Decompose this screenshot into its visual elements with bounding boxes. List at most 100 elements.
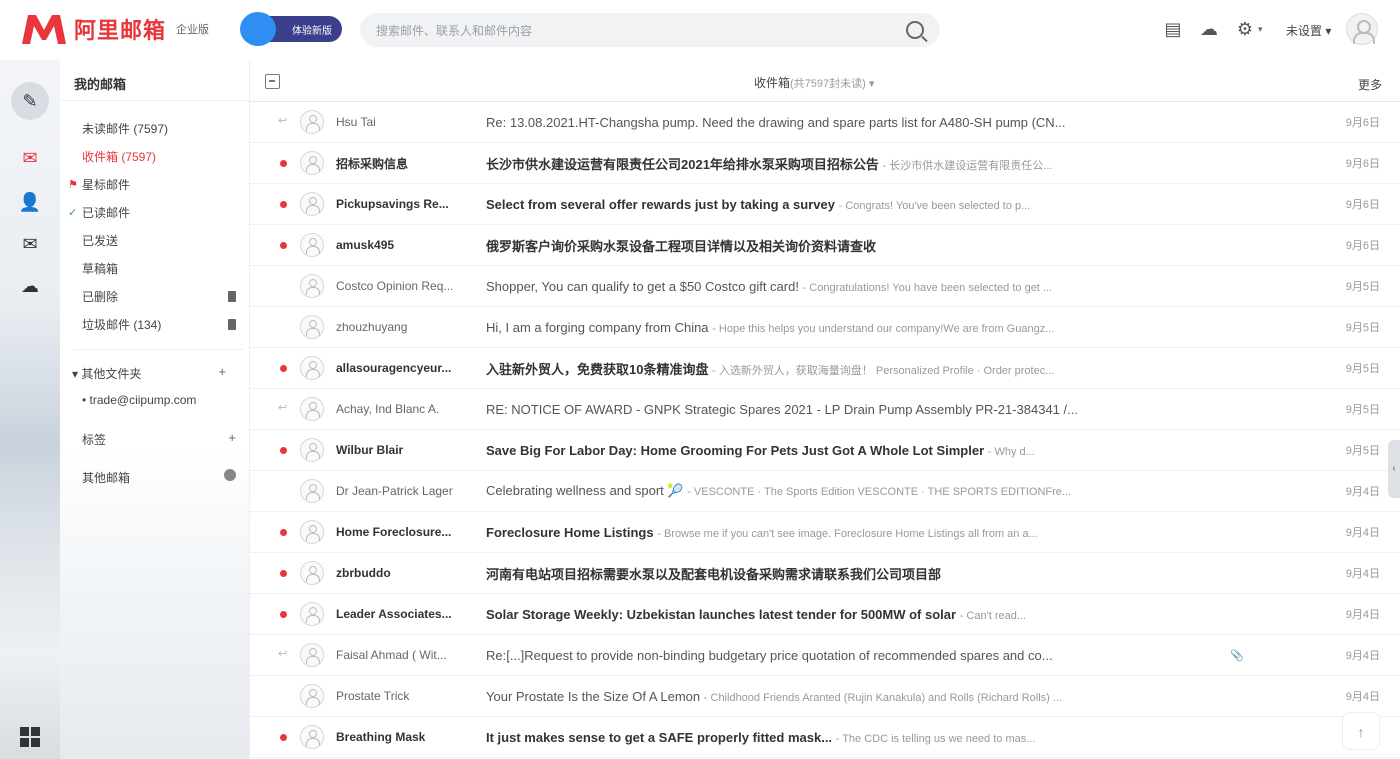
- mail-date: 9月5日: [1345, 404, 1380, 416]
- notes-icon[interactable]: ▤: [1162, 18, 1184, 40]
- folder-inbox[interactable]: 收件箱 (7597): [82, 148, 242, 165]
- mail-snippet: - Congrats! You've been selected to p...: [838, 199, 1031, 212]
- group-label: 标签: [82, 433, 107, 447]
- info-icon[interactable]: [224, 469, 236, 481]
- select-all-checkbox[interactable]: [265, 74, 280, 89]
- mail-row[interactable]: ↩ Achay, Ind Blanc A. RE: NOTICE OF AWARD …: [250, 389, 1400, 430]
- mail-icon[interactable]: ✉: [18, 146, 42, 170]
- mail-snippet: - VESCONTE · The Sports Edition VESCONTE…: [687, 486, 1072, 498]
- mail-date: 9月6日: [1345, 199, 1380, 211]
- folder-unread[interactable]: 未读邮件 (7597): [82, 120, 242, 137]
- mail-subject: 俄罗斯客户询价采购水泵设备工程项目详情以及相关询价资料请查收: [486, 236, 1106, 255]
- add-folder-icon[interactable]: +: [218, 364, 226, 379]
- envelope-icon[interactable]: ✉: [18, 232, 42, 256]
- subject-text: Hi, I am a forging company from China: [486, 319, 709, 335]
- sender-avatar-icon: [300, 479, 324, 503]
- subject-text: Celebrating wellness and sport 🎾: [486, 483, 684, 498]
- folder-sent[interactable]: 已发送: [82, 232, 242, 249]
- folder-drafts[interactable]: 草稿箱: [82, 260, 242, 277]
- compose-pencil-icon[interactable]: ✎: [11, 82, 49, 120]
- mail-row[interactable]: Home Foreclosure... Foreclosure Home List…: [250, 512, 1400, 553]
- mail-row[interactable]: Wilbur Blair Save Big For Labor Day: Home…: [250, 430, 1400, 471]
- mail-subject: Re: 13.08.2021.HT-Changsha pump. Need th…: [486, 115, 1106, 130]
- folder-label: 已删除: [82, 290, 119, 304]
- mail-date: 9月4日: [1345, 568, 1380, 580]
- tags-group[interactable]: 标签 +: [82, 430, 242, 448]
- sender-avatar-icon: [300, 520, 324, 544]
- search-input[interactable]: 搜索邮件、联系人和邮件内容: [360, 13, 940, 47]
- mail-row[interactable]: Breathing Mask It just makes sense to get…: [250, 717, 1400, 758]
- collapse-handle-icon[interactable]: ‹: [1388, 440, 1400, 498]
- list-title-count: (共7597封未读) ▾: [790, 78, 875, 90]
- cloud-icon[interactable]: ☁: [18, 274, 42, 298]
- left-rail: ✎ ✉ 👤 ✉ ☁: [0, 60, 60, 759]
- subject-text: 长沙市供水建设运营有限责任公司2021年给排水泵采购项目招标公告: [486, 156, 879, 172]
- user-name-menu[interactable]: 未设置 ▾: [1286, 22, 1331, 39]
- mail-date: 9月4日: [1345, 609, 1380, 621]
- folder-label: 已发送: [82, 234, 119, 248]
- group-label: ▾ 其他文件夹: [72, 367, 142, 381]
- sender-name: Wilbur Blair: [336, 443, 404, 457]
- subject-text: Solar Storage Weekly: Uzbekistan launche…: [486, 606, 957, 622]
- sender-name: Home Foreclosure...: [336, 525, 452, 539]
- logo[interactable]: 阿里邮箱 企业版: [20, 12, 209, 46]
- list-title-text: 收件箱: [754, 76, 791, 90]
- unread-dot-icon: [280, 365, 287, 372]
- row-indicator: [280, 487, 288, 495]
- mail-row[interactable]: allasouragencyeur... 入驻新外贸人，免费获取10条精准询盘 -…: [250, 348, 1400, 389]
- green-check-icon: ✓: [68, 207, 78, 219]
- apps-grid-icon[interactable]: [20, 727, 40, 747]
- folder-label: 已读邮件: [82, 206, 131, 220]
- red-flag-icon: ⚑: [68, 179, 78, 191]
- settings-gear-icon[interactable]: ⚙: [1234, 18, 1256, 40]
- trash-icon[interactable]: [228, 319, 236, 330]
- add-tag-icon[interactable]: +: [228, 430, 236, 445]
- cloud-drive-icon[interactable]: ☁: [1198, 18, 1220, 40]
- folder-label: 未读邮件 (7597): [82, 122, 169, 136]
- mail-row[interactable]: Costco Opinion Req... Shopper, You can qu…: [250, 266, 1400, 307]
- divider: [60, 100, 250, 101]
- folder-label: 垃圾邮件 (134): [82, 318, 162, 332]
- group-label: 其他邮箱: [82, 471, 131, 485]
- sender-name: Faisal Ahmad ( Wit...: [336, 648, 447, 662]
- reply-arrow-icon: ↩: [278, 115, 288, 127]
- sender-avatar-icon: [300, 110, 324, 134]
- other-mailboxes-group[interactable]: 其他邮箱: [82, 469, 242, 486]
- more-button[interactable]: 更多: [1358, 76, 1382, 93]
- scroll-top-icon[interactable]: ↑: [1342, 712, 1380, 750]
- mail-row[interactable]: Dr Jean-Patrick Lager Celebrating wellnes…: [250, 471, 1400, 512]
- settings-dropdown[interactable]: ▾: [1258, 24, 1263, 35]
- mail-subject: Re:[...]Request to provide non-binding b…: [486, 648, 1106, 663]
- subject-text: 俄罗斯客户询价采购水泵设备工程项目详情以及相关询价资料请查收: [486, 238, 877, 254]
- contacts-icon[interactable]: 👤: [18, 190, 42, 214]
- sender-name: Leader Associates...: [336, 607, 452, 621]
- list-title[interactable]: 收件箱(共7597封未读) ▾: [754, 74, 874, 91]
- mail-row[interactable]: amusk495 俄罗斯客户询价采购水泵设备工程项目详情以及相关询价资料请查收 9月…: [250, 225, 1400, 266]
- folder-spam[interactable]: 垃圾邮件 (134): [82, 316, 242, 333]
- subject-text: 河南有电站项目招标需要水泵以及配套电机设备采购需求请联系我们公司项目部: [486, 566, 942, 582]
- mail-row[interactable]: Leader Associates... Solar Storage Weekly…: [250, 594, 1400, 635]
- other-folders-group[interactable]: ▾ 其他文件夹 +: [72, 364, 232, 382]
- mail-row[interactable]: ↩ Hsu Tai Re: 13.08.2021.HT-Changsha pump.…: [250, 102, 1400, 143]
- folder-trade-account[interactable]: • trade@ciipump.com: [82, 393, 242, 407]
- sender-avatar-icon: [300, 643, 324, 667]
- mail-row[interactable]: zbrbuddo 河南有电站项目招标需要水泵以及配套电机设备采购需求请联系我们公司…: [250, 553, 1400, 594]
- mail-date: 9月4日: [1345, 527, 1380, 539]
- search-icon[interactable]: [906, 21, 924, 39]
- mail-row[interactable]: ↩ Faisal Ahmad ( Wit... Re:[...]Request to…: [250, 635, 1400, 676]
- folder-deleted[interactable]: 已删除: [82, 288, 242, 305]
- subject-text: It just makes sense to get a SAFE proper…: [486, 729, 833, 745]
- sender-name: Hsu Tai: [336, 115, 376, 129]
- user-avatar[interactable]: [1346, 13, 1378, 45]
- folder-starred[interactable]: ⚑ 星标邮件: [68, 176, 242, 193]
- sender-name: Prostate Trick: [336, 689, 410, 703]
- mail-row[interactable]: Prostate Trick Your Prostate Is the Size …: [250, 676, 1400, 717]
- unread-dot-icon: [280, 242, 287, 249]
- mail-subject: 入驻新外贸人，免费获取10条精准询盘 - 入选新外贸人，获取海量询盘！ Pers…: [486, 359, 1106, 378]
- mail-row[interactable]: 招标采购信息 长沙市供水建设运营有限责任公司2021年给排水泵采购项目招标公告 -…: [250, 143, 1400, 184]
- mail-row[interactable]: Pickupsavings Re... Select from several o…: [250, 184, 1400, 225]
- mail-snippet: - Can't read...: [959, 609, 1026, 622]
- folder-read[interactable]: ✓ 已读邮件: [68, 204, 242, 221]
- mail-row[interactable]: zhouzhuyang Hi, I am a forging company fr…: [250, 307, 1400, 348]
- trash-icon[interactable]: [228, 291, 236, 302]
